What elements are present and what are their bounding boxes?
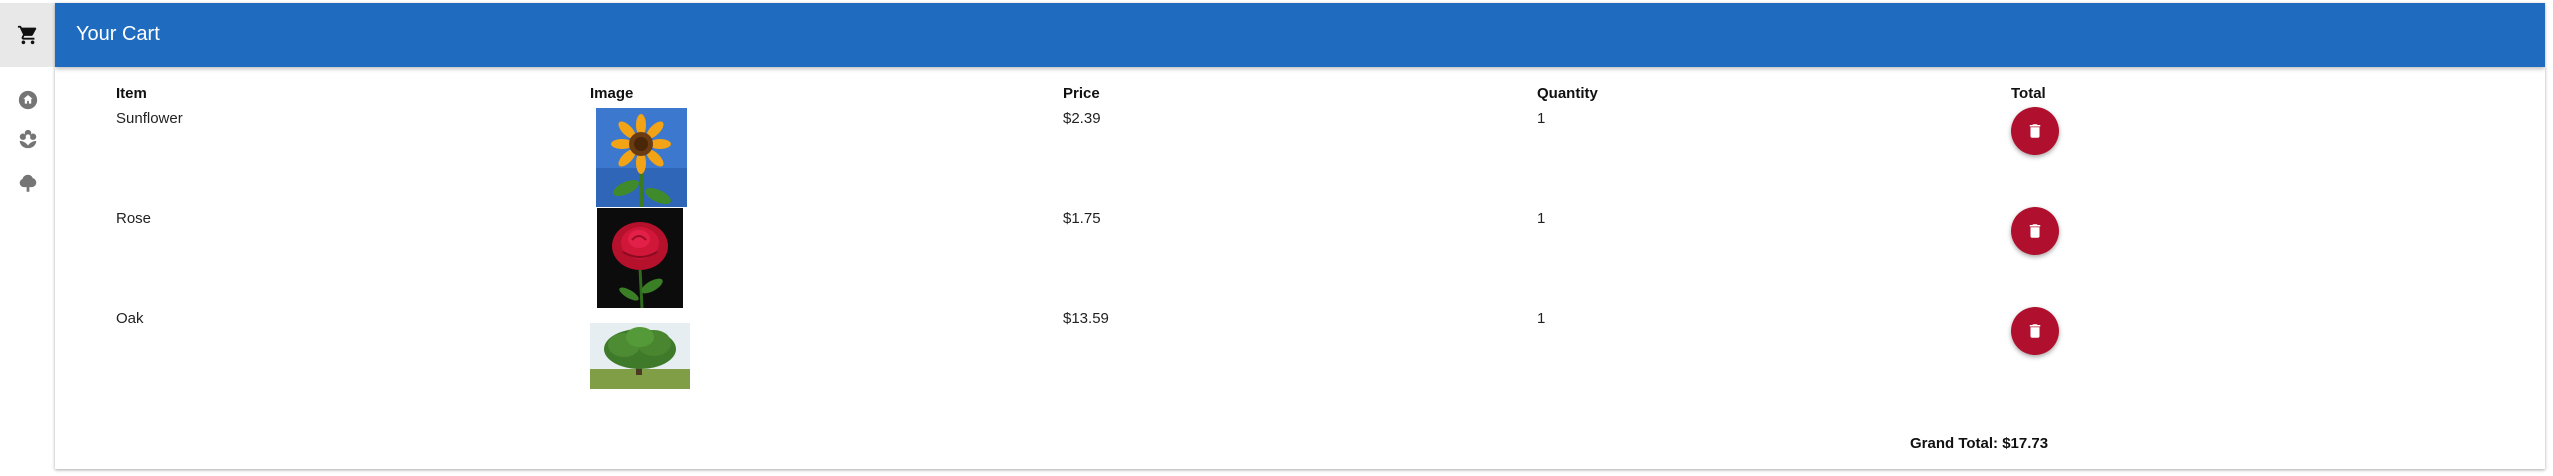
page-title: Your Cart bbox=[76, 23, 160, 45]
flower-icon bbox=[19, 129, 36, 149]
item-quantity: 1 bbox=[1537, 310, 1546, 327]
column-header-price: Price bbox=[1063, 85, 1100, 102]
column-header-item: Item bbox=[116, 85, 147, 102]
sidebar-nav bbox=[0, 0, 55, 476]
delete-item-button[interactable] bbox=[2011, 107, 2059, 155]
sidebar-item-flowers[interactable] bbox=[0, 124, 55, 154]
column-header-total: Total bbox=[2011, 85, 2046, 102]
oak-tree-photo bbox=[590, 323, 690, 389]
product-image-rose bbox=[597, 208, 683, 308]
delete-item-button[interactable] bbox=[2011, 307, 2059, 355]
item-price: $1.75 bbox=[1063, 210, 1101, 227]
item-price: $13.59 bbox=[1063, 310, 1109, 327]
sidebar-item-trees[interactable] bbox=[0, 168, 55, 198]
trash-icon bbox=[2029, 324, 2041, 338]
column-header-quantity: Quantity bbox=[1537, 85, 1598, 102]
sunflower-photo bbox=[596, 108, 687, 207]
cart-icon bbox=[17, 25, 36, 45]
item-name: Rose bbox=[116, 210, 152, 227]
tree-icon bbox=[19, 174, 36, 192]
item-name: Oak bbox=[116, 310, 144, 327]
item-quantity: 1 bbox=[1537, 210, 1546, 227]
product-image-sunflower bbox=[596, 108, 687, 207]
home-icon bbox=[18, 90, 37, 110]
top-app-bar: Your Cart bbox=[55, 3, 2545, 67]
grand-total: Grand Total: $17.73 bbox=[1910, 435, 2049, 452]
sidebar-item-cart[interactable] bbox=[0, 3, 55, 67]
rose-photo bbox=[597, 208, 683, 308]
trash-icon bbox=[2029, 124, 2041, 138]
item-name: Sunflower bbox=[116, 110, 183, 127]
cart-page: Your Cart Item Image Price Quantity Tota… bbox=[55, 3, 2545, 469]
column-header-image: Image bbox=[590, 85, 634, 102]
trash-icon bbox=[2029, 224, 2041, 238]
sidebar-item-home[interactable] bbox=[0, 85, 55, 115]
item-price: $2.39 bbox=[1063, 110, 1101, 127]
delete-item-button[interactable] bbox=[2011, 207, 2059, 255]
item-quantity: 1 bbox=[1537, 110, 1546, 127]
product-image-oak bbox=[590, 323, 690, 389]
